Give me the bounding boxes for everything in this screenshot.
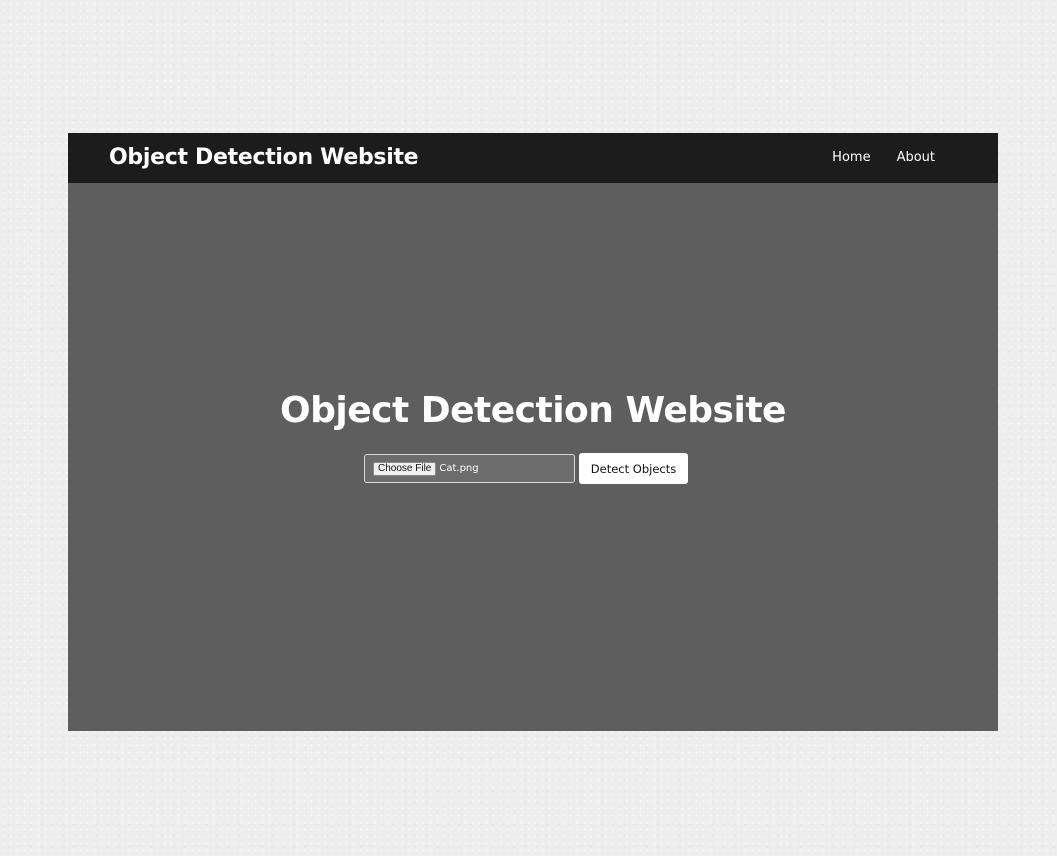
upload-form: Choose File Cat.png Detect Objects bbox=[364, 453, 688, 484]
detect-objects-button[interactable]: Detect Objects bbox=[579, 453, 688, 484]
nav-link-home[interactable]: Home bbox=[832, 150, 870, 166]
file-input[interactable]: Choose File Cat.png bbox=[364, 454, 575, 483]
hero-title: Object Detection Website bbox=[280, 390, 786, 431]
webpage-viewport: Object Detection Website Home About Obje… bbox=[68, 133, 998, 731]
nav-links: Home About bbox=[832, 150, 935, 166]
brand-title[interactable]: Object Detection Website bbox=[109, 144, 419, 172]
choose-file-button[interactable]: Choose File bbox=[373, 461, 437, 476]
selected-file-name: Cat.png bbox=[439, 463, 479, 474]
navbar: Object Detection Website Home About bbox=[68, 133, 998, 183]
nav-link-about[interactable]: About bbox=[897, 150, 935, 166]
hero-section: Object Detection Website Choose File Cat… bbox=[68, 183, 998, 731]
